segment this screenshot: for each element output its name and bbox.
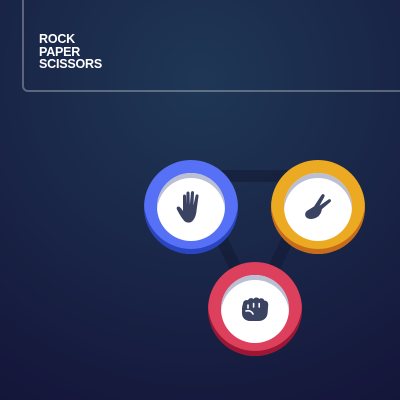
scissors-button-face	[284, 173, 352, 241]
rock-button[interactable]	[208, 262, 302, 356]
paper-button-face	[157, 173, 225, 241]
paper-hand-icon	[176, 191, 199, 223]
paper-button[interactable]	[144, 160, 238, 254]
rock-button-face	[221, 275, 289, 343]
scissors-hand-icon	[305, 194, 331, 219]
scissors-button[interactable]	[271, 160, 365, 254]
rock-fist-icon	[242, 297, 269, 321]
game-board	[0, 0, 400, 400]
